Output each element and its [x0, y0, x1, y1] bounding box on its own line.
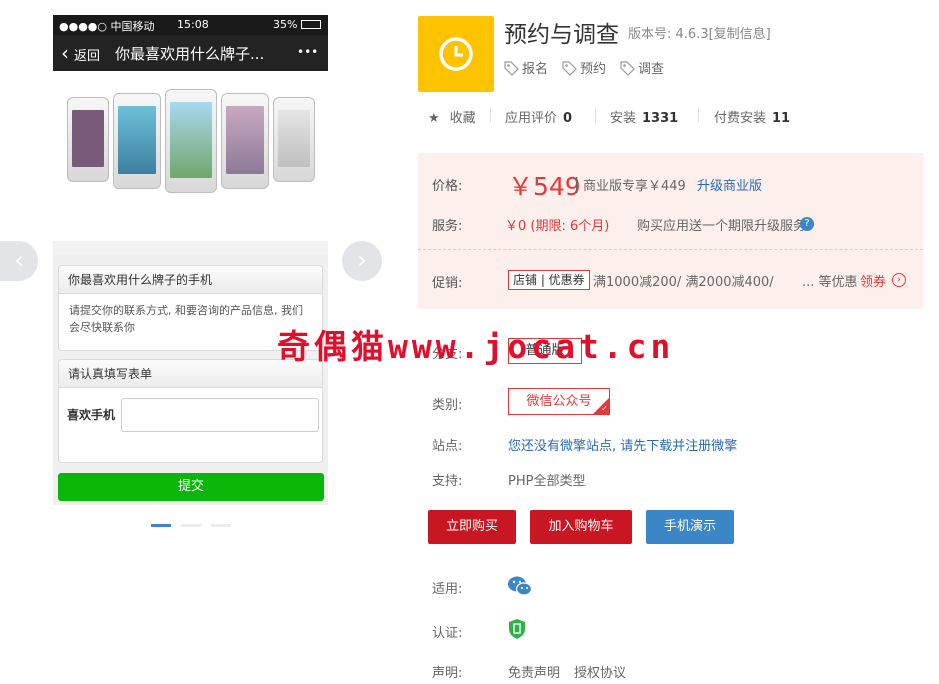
divider	[698, 108, 699, 123]
category-option[interactable]: 微信公众号 ✓	[508, 388, 610, 415]
support-label: 支持:	[432, 474, 463, 489]
certification-label: 认证:	[432, 626, 463, 641]
price-value: ￥549	[508, 172, 581, 201]
site-register-link[interactable]: 您还没有微擎站点, 请先下载并注册微擎	[508, 435, 737, 454]
more-icon: •••	[297, 45, 319, 59]
paid-install-label: 付费安装	[714, 111, 767, 126]
app-title: 预约与调查	[504, 22, 619, 48]
coupon-badge: 店铺 | 优惠券	[508, 270, 590, 290]
tag-icon	[620, 61, 635, 76]
iphone-image	[165, 89, 217, 193]
install-label: 安装	[610, 111, 637, 126]
site-label: 站点:	[432, 439, 463, 454]
iphone-banner-image	[53, 71, 328, 241]
paid-install-stat: 付费安装 11	[714, 107, 790, 126]
disclaimer-link[interactable]: 免责声明	[508, 662, 560, 681]
divider	[595, 108, 596, 123]
add-to-cart-button[interactable]: 加入购物车	[530, 510, 632, 544]
install-stat: 安装 1331	[610, 107, 678, 126]
phone-nav-bar: ‹ 返回 你最喜欢用什么牌子... •••	[53, 35, 328, 71]
wechat-icon	[507, 575, 533, 601]
tag-label: 预约	[580, 62, 607, 77]
support-value: PHP全部类型	[508, 474, 586, 489]
price-label: 价格:	[432, 179, 463, 194]
promo-text: 满1000减200/ 满2000减400/	[593, 275, 774, 290]
install-value: 1331	[642, 111, 679, 126]
service-value: ￥0 (期限: 6个月)	[505, 219, 610, 234]
upgrade-link[interactable]: 升级商业版	[697, 175, 762, 194]
divider	[418, 249, 923, 250]
category-label: 类别:	[432, 398, 463, 413]
battery-icon	[301, 20, 321, 29]
tag-icon	[504, 61, 519, 76]
phone-field	[121, 398, 319, 432]
carousel-dot-active[interactable]	[151, 524, 171, 527]
back-label: 返回	[74, 49, 101, 64]
question-title: 你最喜欢用什么牌子的手机	[59, 266, 322, 294]
form-card: 请认真填写表单 喜欢手机	[58, 359, 323, 463]
iphone-image	[67, 97, 109, 182]
promo-more: ... 等优惠	[802, 275, 858, 290]
divider	[490, 108, 491, 123]
back-chevron-icon: ‹	[61, 41, 69, 65]
service-description: 购买应用送一个期限升级服务	[637, 219, 807, 234]
clock-text: 15:08	[177, 18, 209, 31]
paid-install-value: 11	[772, 111, 791, 126]
battery-text: 35%	[273, 18, 298, 31]
chevron-right-icon: ›	[357, 246, 367, 274]
version-info[interactable]: 版本号: 4.6.3[复制信息]	[628, 23, 771, 42]
carousel-dot[interactable]	[211, 524, 231, 527]
tag-item[interactable]: 报名	[504, 58, 548, 77]
carousel-prev-button[interactable]: ‹	[0, 241, 38, 281]
iphone-image	[273, 97, 315, 182]
price-separator: |	[574, 174, 580, 193]
rating-value: 0	[563, 111, 573, 126]
iphone-image	[113, 93, 161, 189]
phone-status-bar: ●●●●○ 中国移动 15:08 35%	[53, 15, 328, 35]
favorite-button[interactable]: ★ 收藏	[428, 107, 476, 126]
phone-page-title: 你最喜欢用什么牌子...	[115, 45, 265, 63]
promo-label: 促销:	[432, 276, 463, 291]
favorite-label: 收藏	[449, 111, 476, 126]
app-icon	[418, 16, 494, 92]
carousel-dot[interactable]	[181, 524, 201, 527]
rating-label: 应用评价	[505, 111, 558, 126]
star-icon: ★	[428, 111, 440, 126]
tag-label: 报名	[522, 62, 549, 77]
shield-icon	[508, 618, 526, 644]
help-icon[interactable]: ?	[800, 217, 814, 231]
carrier-text: ●●●●○ 中国移动	[59, 20, 155, 33]
check-icon: ✓	[601, 404, 608, 413]
form-preview: 你最喜欢用什么牌子的手机 请提交你的联系方式, 和要咨询的产品信息, 我们会尽快…	[53, 255, 328, 505]
chevron-left-icon: ‹	[14, 246, 24, 274]
submit-button: 提交	[58, 473, 324, 501]
get-coupon-link[interactable]: 领券	[860, 271, 886, 290]
chevron-right-icon[interactable]: ›	[892, 273, 906, 287]
iphone-image	[221, 93, 269, 189]
clock-icon	[439, 37, 473, 71]
carousel-next-button[interactable]: ›	[342, 241, 382, 281]
license-link[interactable]: 授权协议	[574, 662, 626, 681]
service-label: 服务:	[432, 219, 463, 234]
apply-label: 适用:	[432, 582, 463, 597]
stats-bar: ★ 收藏 应用评价 0 安装 1331 付费安装 11	[418, 100, 923, 130]
rating-stat: 应用评价 0	[505, 107, 572, 126]
category-value: 微信公众号	[526, 394, 592, 409]
tag-label: 调查	[638, 62, 665, 77]
buy-now-button[interactable]: 立即购买	[428, 510, 516, 544]
tag-item[interactable]: 预约	[562, 58, 606, 77]
business-price: 商业版专享￥449	[583, 179, 686, 194]
price-panel: 价格: ￥549 | 商业版专享￥449 升级商业版 服务: ￥0 (期限: 6…	[418, 153, 923, 309]
tag-icon	[562, 61, 577, 76]
mobile-demo-button[interactable]: 手机演示	[646, 510, 734, 544]
tag-item[interactable]: 调查	[620, 58, 664, 77]
app-preview-image: ●●●●○ 中国移动 15:08 35% ‹ 返回 你最喜欢用什么牌子... •…	[53, 15, 328, 505]
statement-label: 声明:	[432, 666, 463, 681]
field-label: 喜欢手机	[67, 408, 116, 422]
watermark-text: 奇偶猫www.jocat.cn	[277, 327, 675, 366]
